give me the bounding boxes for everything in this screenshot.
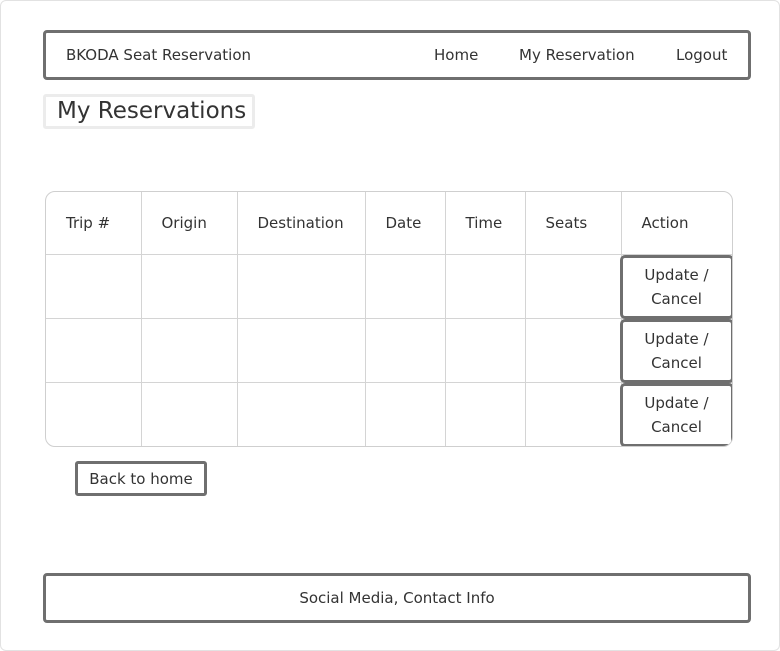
table-row: Update / Cancel bbox=[46, 254, 732, 319]
table-header-row: Trip # Origin Destination Date Time Seat… bbox=[46, 192, 732, 255]
footer: Social Media, Contact Info bbox=[43, 573, 751, 623]
update-cancel-button[interactable]: Update / Cancel bbox=[619, 383, 732, 446]
column-header-time: Time bbox=[445, 192, 526, 255]
brand-name: BKODA Seat Reservation bbox=[66, 46, 252, 64]
table-cell bbox=[365, 254, 446, 319]
action-cell: Update / Cancel bbox=[619, 383, 732, 446]
column-header-action: Action bbox=[621, 192, 732, 255]
table-cell bbox=[237, 382, 366, 446]
table-cell bbox=[445, 382, 526, 446]
column-header-destination: Destination bbox=[237, 192, 366, 255]
nav-link-logout[interactable]: Logout bbox=[676, 46, 727, 64]
reservations-table: Trip # Origin Destination Date Time Seat… bbox=[45, 191, 733, 447]
nav-link-home[interactable]: Home bbox=[434, 46, 478, 64]
update-cancel-button[interactable]: Update / Cancel bbox=[619, 319, 732, 383]
table-cell bbox=[445, 318, 526, 383]
table-cell bbox=[46, 318, 142, 383]
back-to-home-button[interactable]: Back to home bbox=[75, 461, 207, 496]
table-cell bbox=[237, 254, 366, 319]
table-cell bbox=[141, 382, 238, 446]
table-cell bbox=[365, 318, 446, 383]
page-title: My Reservations bbox=[43, 94, 255, 129]
table-cell bbox=[525, 318, 622, 383]
navbar: BKODA Seat Reservation Home My Reservati… bbox=[43, 30, 751, 80]
column-header-date: Date bbox=[365, 192, 446, 255]
table-cell bbox=[525, 254, 622, 319]
table-cell bbox=[365, 382, 446, 446]
column-header-seats: Seats bbox=[525, 192, 622, 255]
table-row: Update / Cancel bbox=[46, 318, 732, 383]
table-cell bbox=[237, 318, 366, 383]
column-header-origin: Origin bbox=[141, 192, 238, 255]
table-cell bbox=[445, 254, 526, 319]
page: BKODA Seat Reservation Home My Reservati… bbox=[0, 0, 780, 651]
column-header-trip: Trip # bbox=[46, 192, 142, 255]
action-cell: Update / Cancel bbox=[619, 254, 732, 319]
nav-link-my-reservation[interactable]: My Reservation bbox=[519, 46, 635, 64]
table-cell bbox=[525, 382, 622, 446]
table-cell bbox=[141, 254, 238, 319]
table-cell bbox=[141, 318, 238, 383]
table-row: Update / Cancel bbox=[46, 382, 732, 446]
action-cell: Update / Cancel bbox=[619, 318, 732, 383]
table-cell bbox=[46, 254, 142, 319]
update-cancel-button[interactable]: Update / Cancel bbox=[619, 255, 732, 319]
table-cell bbox=[46, 382, 142, 446]
